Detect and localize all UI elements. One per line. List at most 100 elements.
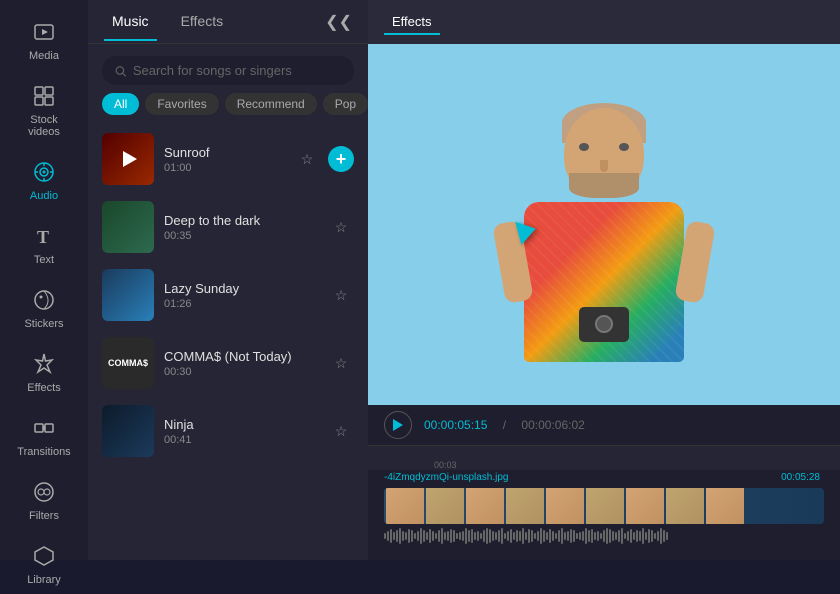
sidebar-item-label: Effects — [27, 382, 60, 394]
song-title: COMMA$ (Not Today) — [164, 349, 318, 364]
clip-thumb — [426, 488, 464, 524]
song-info: Deep to the dark 00:35 — [164, 213, 318, 242]
clip-label: -4iZmqdyzmQi-unsplash.jpg — [384, 472, 509, 483]
ruler-mark: 00:03 — [434, 460, 457, 470]
sidebar-item-stickers[interactable]: Stickers — [6, 278, 82, 338]
sidebar-item-transitions[interactable]: Transitions — [6, 406, 82, 466]
tab-music[interactable]: Music — [104, 3, 157, 41]
list-item[interactable]: Deep to the dark 00:35 ☆ — [88, 193, 368, 261]
song-duration: 00:30 — [164, 366, 318, 378]
play-overlay — [102, 133, 154, 185]
camera — [579, 307, 629, 342]
text-icon: T — [30, 222, 58, 250]
song-list: Sunroof 01:00 ☆ + Deep to the dark 00:35… — [88, 125, 368, 560]
play-icon — [393, 419, 403, 431]
filter-all[interactable]: All — [102, 93, 139, 115]
song-actions: ☆ — [328, 282, 354, 308]
right-area: Effects — [368, 0, 840, 560]
timeline-controls: 00:00:05:15 / 00:00:06:02 — [368, 405, 840, 446]
list-item[interactable]: Lazy Sunday 01:26 ☆ — [88, 261, 368, 329]
sidebar-item-label: Stickers — [24, 318, 63, 330]
search-input[interactable] — [133, 63, 342, 78]
sidebar-item-audio[interactable]: Audio — [6, 150, 82, 210]
tab-effects[interactable]: Effects — [173, 3, 232, 41]
song-duration: 01:00 — [164, 162, 284, 174]
timeline-track: -4iZmqdyzmQi-unsplash.jpg 00:05:28 — [368, 470, 840, 526]
song-title: Lazy Sunday — [164, 281, 318, 296]
play-button[interactable] — [384, 411, 412, 439]
music-panel: Music Effects ❮❮ All Favorites Recommend… — [88, 0, 368, 560]
clip-thumb — [466, 488, 504, 524]
favorite-button[interactable]: ☆ — [328, 350, 354, 376]
clip-thumb — [706, 488, 744, 524]
top-nav: Effects — [368, 0, 840, 44]
library-icon — [30, 542, 58, 570]
search-icon — [114, 64, 127, 78]
sidebar-item-library[interactable]: Library — [6, 534, 82, 594]
song-duration: 01:26 — [164, 298, 318, 310]
song-title: Ninja — [164, 417, 318, 432]
list-item[interactable]: Sunroof 01:00 ☆ + — [88, 125, 368, 193]
sidebar-item-effects[interactable]: Effects — [6, 342, 82, 402]
filter-favorites[interactable]: Favorites — [145, 93, 218, 115]
song-thumbnail — [102, 201, 154, 253]
search-bar — [102, 56, 354, 85]
favorite-button[interactable]: ☆ — [328, 418, 354, 444]
media-icon — [30, 18, 58, 46]
clip-thumb — [386, 488, 424, 524]
favorite-button[interactable]: ☆ — [328, 214, 354, 240]
track-clip[interactable] — [384, 488, 824, 524]
favorite-button[interactable]: ☆ — [294, 146, 320, 172]
clip-thumb — [546, 488, 584, 524]
song-info: Lazy Sunday 01:26 — [164, 281, 318, 310]
clip-thumb — [666, 488, 704, 524]
total-time: 00:00:06:02 — [521, 418, 584, 432]
clip-thumb — [586, 488, 624, 524]
sidebar-item-filters[interactable]: Filters — [6, 470, 82, 530]
song-actions: ☆ — [328, 418, 354, 444]
filter-row: All Favorites Recommend Pop ▾ — [88, 93, 368, 125]
song-thumbnail: COMMA$ — [102, 337, 154, 389]
sidebar-item-label: Media — [29, 50, 59, 62]
filter-pop[interactable]: Pop — [323, 93, 368, 115]
sidebar-item-text[interactable]: T Text — [6, 214, 82, 274]
sidebar-item-label: Stock videos — [16, 114, 72, 138]
camera-lens — [595, 315, 613, 333]
person-body — [524, 202, 684, 362]
sidebar-item-stock[interactable]: Stock videos — [6, 74, 82, 146]
song-info: Ninja 00:41 — [164, 417, 318, 446]
song-title: Deep to the dark — [164, 213, 318, 228]
add-button[interactable]: + — [328, 146, 354, 172]
svg-text:T: T — [37, 227, 49, 247]
sidebar-item-label: Library — [27, 574, 61, 586]
collapse-button[interactable]: ❮❮ — [325, 12, 352, 32]
sidebar-item-media[interactable]: Media — [6, 10, 82, 70]
favorite-button[interactable]: ☆ — [328, 282, 354, 308]
top-nav-effects[interactable]: Effects — [384, 10, 440, 35]
clip-duration: 00:05:28 — [781, 472, 820, 483]
current-time: 00:00:05:15 — [424, 418, 487, 432]
clip-thumb — [626, 488, 664, 524]
sidebar-item-label: Transitions — [17, 446, 70, 458]
song-thumbnail — [102, 405, 154, 457]
sidebar: Media Stock videos Audio — [0, 0, 88, 560]
filters-icon — [30, 478, 58, 506]
song-duration: 00:35 — [164, 230, 318, 242]
song-thumbnail — [102, 269, 154, 321]
stickers-icon — [30, 286, 58, 314]
transitions-icon — [30, 414, 58, 442]
song-thumbnail — [102, 133, 154, 185]
list-item[interactable]: Ninja 00:41 ☆ — [88, 397, 368, 465]
song-actions: ☆ + — [294, 146, 354, 172]
stock-icon — [30, 82, 58, 110]
song-title: Sunroof — [164, 145, 284, 160]
waveform: // Generate waveform bars inline const h… — [368, 526, 840, 546]
song-info: COMMA$ (Not Today) 00:30 — [164, 349, 318, 378]
filter-recommend[interactable]: Recommend — [225, 93, 317, 115]
song-info: Sunroof 01:00 — [164, 145, 284, 174]
song-duration: 00:41 — [164, 434, 318, 446]
list-item[interactable]: COMMA$ COMMA$ (Not Today) 00:30 ☆ — [88, 329, 368, 397]
audio-icon — [30, 158, 58, 186]
timeline-area: 00:00:05:15 / 00:00:06:02 00:03 -4iZmqdy… — [368, 405, 840, 560]
play-icon — [123, 151, 137, 167]
